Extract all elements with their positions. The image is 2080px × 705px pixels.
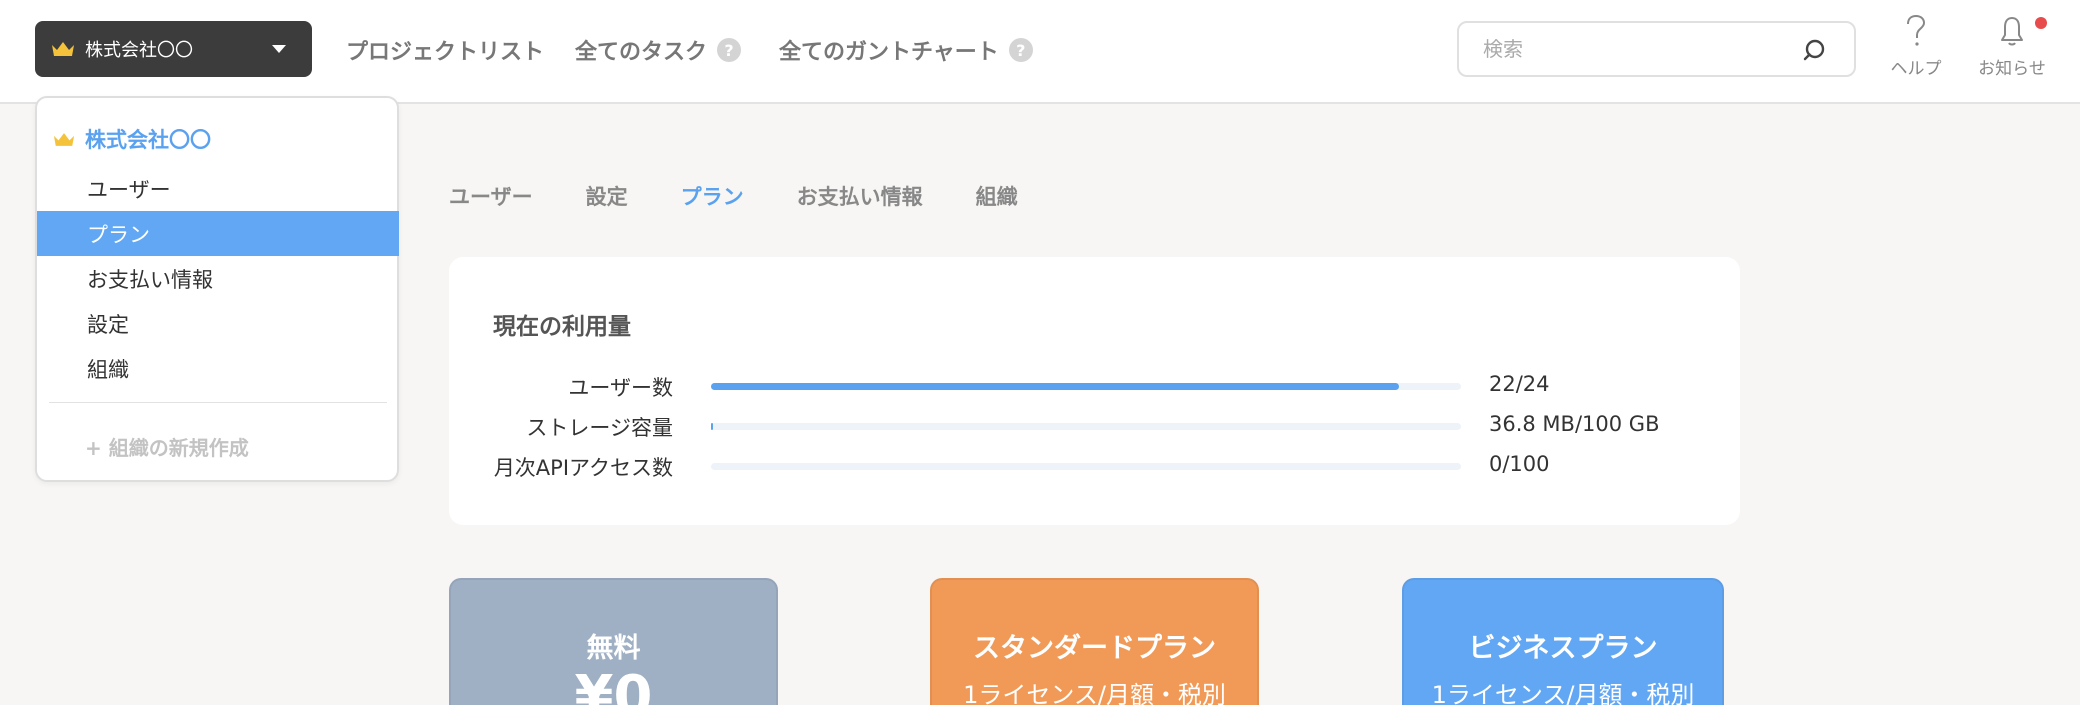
org-dropdown-menu: 株式会社〇〇 ユーザー プラン お支払い情報 設定 組織 + 組織の新規作成	[35, 96, 399, 482]
plan-name: スタンダードプラン	[973, 633, 1216, 664]
crown-icon	[53, 132, 75, 146]
plan-card-free[interactable]: 無料 ¥0	[449, 578, 778, 705]
usage-row-storage: ストレージ容量 36.8 MB/100 GB	[449, 412, 1740, 442]
tab-settings[interactable]: 設定	[586, 181, 628, 211]
usage-progress-track	[711, 383, 1461, 390]
tab-users[interactable]: ユーザー	[449, 181, 533, 211]
plan-card-standard[interactable]: スタンダードプラン 1ライセンス/月額・税別	[930, 578, 1259, 705]
usage-label: ストレージ容量	[526, 416, 673, 440]
dropdown-org-label: 株式会社〇〇	[85, 128, 211, 152]
plan-subtitle: 1ライセンス/月額・税別	[963, 681, 1226, 705]
plan-name: 無料	[586, 633, 641, 664]
org-switcher-label: 株式会社〇〇	[85, 40, 193, 61]
search-input[interactable]	[1483, 35, 1783, 63]
search-icon[interactable]	[1802, 38, 1826, 62]
notification-badge	[2035, 17, 2047, 29]
usage-label: 月次APIアクセス数	[493, 456, 673, 480]
dropdown-item-label: プラン	[87, 222, 150, 247]
dropdown-item-label: お支払い情報	[87, 267, 213, 292]
plan-subtitle: 1ライセンス/月額・税別	[1431, 681, 1695, 705]
crown-icon	[52, 42, 74, 56]
nav-all-tasks[interactable]: 全てのタスク ?	[575, 0, 742, 100]
help-button[interactable]: ヘルプ	[1876, 14, 1956, 79]
search-box	[1457, 21, 1856, 77]
dropdown-org-name[interactable]: 株式会社〇〇	[53, 124, 211, 154]
nav-projects-label: プロジェクトリスト	[346, 40, 545, 65]
usage-card: 現在の利用量 ユーザー数 22/24 ストレージ容量 36.8 MB/100 G…	[449, 257, 1740, 525]
top-header: 株式会社〇〇 プロジェクトリスト 全てのタスク ? 全てのガントチャート ? ヘ…	[0, 0, 2080, 104]
nav-all-gantt[interactable]: 全てのガントチャート ?	[779, 0, 1033, 100]
question-icon	[1907, 14, 1926, 46]
usage-progress-fill	[711, 423, 714, 430]
chevron-down-icon	[272, 45, 286, 53]
usage-row-users: ユーザー数 22/24	[449, 372, 1740, 402]
nav-all-gantt-label: 全てのガントチャート	[779, 40, 999, 65]
usage-progress-fill	[711, 383, 1399, 390]
usage-progress-track	[711, 423, 1461, 430]
dropdown-item-label: ユーザー	[87, 177, 171, 202]
usage-label: ユーザー数	[568, 376, 673, 400]
dropdown-item-plan[interactable]: プラン	[37, 211, 399, 256]
nav-projects[interactable]: プロジェクトリスト	[346, 0, 544, 100]
help-circle-icon[interactable]: ?	[1008, 38, 1033, 62]
usage-value: 36.8 MB/100 GB	[1489, 412, 1660, 436]
help-label: ヘルプ	[1890, 59, 1942, 79]
tab-plan[interactable]: プラン	[681, 181, 744, 211]
settings-tabs: ユーザー 設定 プラン お支払い情報 組織	[449, 181, 1071, 211]
tab-payment[interactable]: お支払い情報	[797, 181, 923, 211]
dropdown-item-label: 組織	[87, 357, 129, 382]
usage-title: 現在の利用量	[493, 314, 631, 340]
bell-icon	[2001, 17, 2023, 46]
tab-organization[interactable]: 組織	[976, 181, 1018, 211]
dropdown-item-organization[interactable]: 組織	[37, 346, 399, 391]
usage-value: 22/24	[1489, 372, 1550, 396]
create-org-link[interactable]: + 組織の新規作成	[85, 432, 249, 461]
dropdown-item-label: 設定	[87, 312, 129, 337]
dropdown-item-settings[interactable]: 設定	[37, 301, 399, 346]
plan-price: ¥0	[574, 664, 653, 705]
plan-name: ビジネスプラン	[1468, 633, 1658, 664]
dropdown-item-payment[interactable]: お支払い情報	[37, 256, 399, 301]
org-switcher-button[interactable]: 株式会社〇〇	[35, 21, 312, 77]
help-circle-icon[interactable]: ?	[717, 38, 742, 62]
usage-row-api: 月次APIアクセス数 0/100	[449, 452, 1740, 482]
dropdown-divider	[49, 402, 387, 403]
usage-progress-track	[711, 463, 1461, 470]
dropdown-item-users[interactable]: ユーザー	[37, 166, 399, 211]
nav-all-tasks-label: 全てのタスク	[575, 40, 708, 65]
notifications-label: お知らせ	[1978, 59, 2046, 79]
plan-card-business[interactable]: ビジネスプラン 1ライセンス/月額・税別	[1402, 578, 1724, 705]
usage-value: 0/100	[1489, 452, 1550, 476]
